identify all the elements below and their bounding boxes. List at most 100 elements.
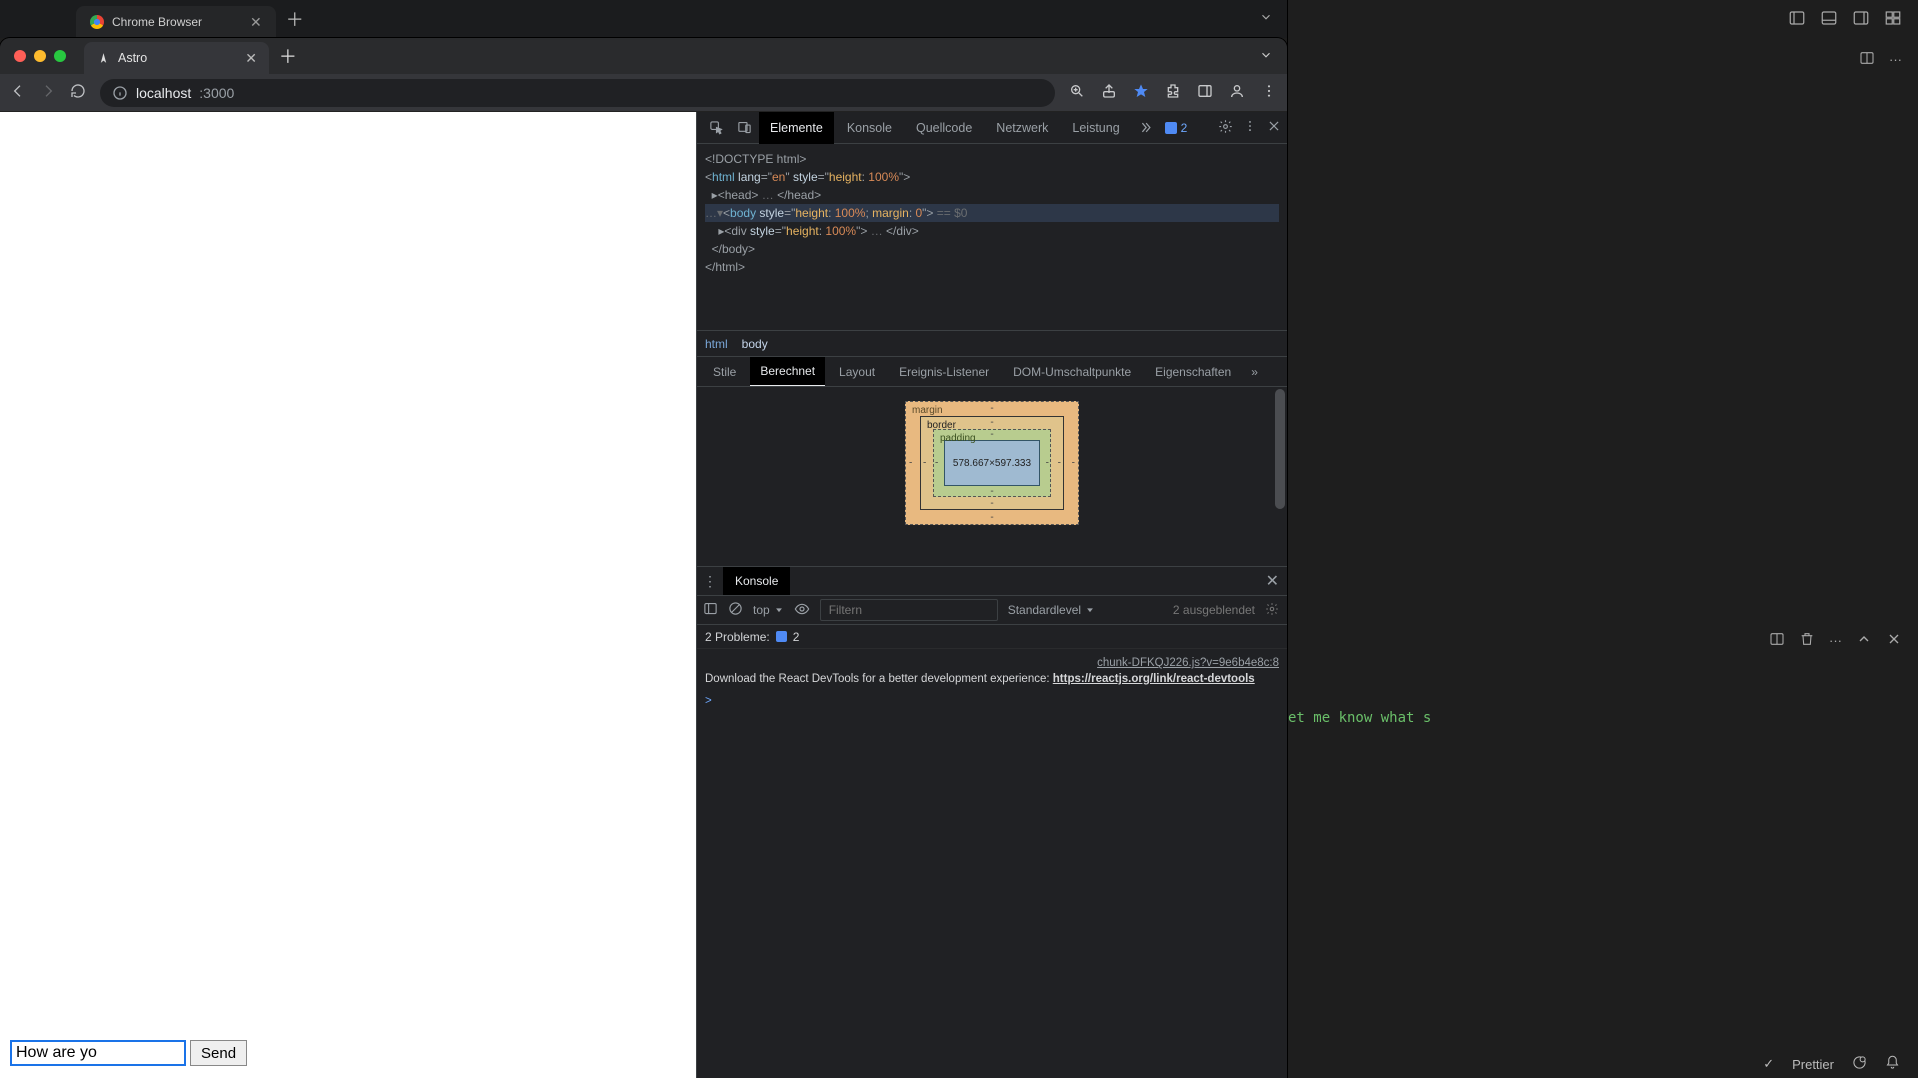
nav-reload-icon[interactable] <box>70 83 86 102</box>
devtools-menu-icon[interactable] <box>1243 119 1257 136</box>
outer-tab-strip: Chrome Browser ✕ ＋ <box>0 0 1287 38</box>
subtab-dom-breakpoints[interactable]: DOM-Umschaltpunkte <box>1003 357 1141 387</box>
dom-line: <!DOCTYPE html> <box>705 152 806 166</box>
outer-tabs-chevron-icon[interactable] <box>1259 10 1273 27</box>
status-bell-icon[interactable] <box>1885 1055 1900 1073</box>
extensions-icon[interactable] <box>1165 83 1181 102</box>
outer-tab-chrome[interactable]: Chrome Browser ✕ <box>76 6 276 38</box>
nav-back-icon[interactable] <box>10 83 26 102</box>
zoom-icon[interactable] <box>1069 83 1085 102</box>
layout-right-sidebar-icon[interactable] <box>1852 9 1870 30</box>
browser-tab-close-icon[interactable]: ✕ <box>245 50 257 67</box>
tabs-overflow-icon[interactable] <box>1133 120 1159 135</box>
console-link[interactable]: https://reactjs.org/link/react-devtools <box>1053 673 1255 685</box>
console-context-select[interactable]: top <box>753 603 784 617</box>
drawer-close-icon[interactable]: ✕ <box>1266 571 1279 591</box>
nav-forward-icon[interactable] <box>40 83 56 102</box>
dom-selected-line[interactable]: …▾<body style="height: 100%; margin: 0">… <box>705 204 1279 222</box>
devtools-settings-icon[interactable] <box>1218 119 1233 137</box>
share-icon[interactable] <box>1101 83 1117 102</box>
inspect-element-icon[interactable] <box>703 120 729 135</box>
window-close-icon[interactable] <box>14 50 26 62</box>
chat-input-field[interactable] <box>10 1040 186 1066</box>
console-settings-icon[interactable] <box>1265 602 1279 619</box>
tab-console[interactable]: Konsole <box>836 112 903 144</box>
side-panel-icon[interactable] <box>1197 83 1213 102</box>
subtab-event-listeners[interactable]: Ereignis-Listener <box>889 357 999 387</box>
tab-performance[interactable]: Leistung <box>1061 112 1130 144</box>
drawer-menu-icon[interactable]: ⋮ <box>703 573 717 590</box>
browser-tab-active[interactable]: Astro ✕ <box>84 42 269 74</box>
browser-menu-icon[interactable] <box>1261 83 1277 102</box>
console-problems-row[interactable]: 2 Probleme: 2 <box>697 625 1287 649</box>
status-feedback-icon[interactable] <box>1852 1055 1867 1073</box>
crumb-body[interactable]: body <box>742 337 768 351</box>
window-maximize-icon[interactable] <box>54 50 66 62</box>
send-button[interactable]: Send <box>190 1040 247 1066</box>
layout-customize-icon[interactable] <box>1884 9 1902 30</box>
console-live-expression-icon[interactable] <box>794 601 810 620</box>
box-model-diagram[interactable]: margin - - - - border - - - - padding <box>905 401 1079 525</box>
terminal-trash-icon[interactable] <box>1799 631 1815 650</box>
problems-badge-icon <box>776 631 787 642</box>
subtab-computed[interactable]: Berechnet <box>750 357 825 387</box>
status-check-icon: ✓ <box>1763 1056 1774 1072</box>
console-message: Download the React DevTools for a better… <box>705 671 1279 687</box>
terminal-close-icon[interactable] <box>1886 631 1902 650</box>
dom-tree[interactable]: <!DOCTYPE html> <html lang="en" style="h… <box>697 144 1287 330</box>
split-editor-icon[interactable] <box>1859 50 1875 69</box>
window-controls <box>0 50 66 62</box>
tab-network[interactable]: Netzwerk <box>985 112 1059 144</box>
browser-window: Astro ✕ ＋ localhost:3000 Sen <box>0 38 1287 1078</box>
terminal-more-icon[interactable]: ··· <box>1829 633 1842 648</box>
console-drawer: ⋮ Konsole ✕ top Standardlevel 2 ausgeble… <box>697 566 1287 1078</box>
console-output[interactable]: chunk-DFKQJ226.js?v=9e6b4e8c:8 Download … <box>697 649 1287 1078</box>
status-prettier[interactable]: Prettier <box>1792 1057 1834 1072</box>
subtab-styles[interactable]: Stile <box>703 357 746 387</box>
subtab-properties[interactable]: Eigenschaften <box>1145 357 1241 387</box>
console-sidebar-toggle-icon[interactable] <box>703 601 718 619</box>
device-toolbar-icon[interactable] <box>731 120 757 135</box>
console-prompt[interactable]: > <box>705 693 1279 709</box>
outer-tab-close-icon[interactable]: ✕ <box>250 14 262 31</box>
toolbar-icons <box>1069 83 1277 102</box>
bm-padding-label: padding <box>940 433 976 444</box>
browser-titlebar: Astro ✕ ＋ <box>0 38 1287 74</box>
window-minimize-icon[interactable] <box>34 50 46 62</box>
browser-tab-title: Astro <box>118 51 147 65</box>
outer-tab-title: Chrome Browser <box>112 15 202 29</box>
dom-breadcrumbs[interactable]: html body <box>697 330 1287 356</box>
browser-new-tab-icon[interactable]: ＋ <box>279 43 297 69</box>
layout-left-sidebar-icon[interactable] <box>1788 9 1806 30</box>
crumb-html[interactable]: html <box>705 337 728 351</box>
computed-panel: margin - - - - border - - - - padding <box>697 386 1287 566</box>
subtab-layout[interactable]: Layout <box>829 357 885 387</box>
site-info-icon[interactable] <box>112 85 128 101</box>
computed-scrollbar-thumb[interactable] <box>1275 389 1285 509</box>
console-filter-input[interactable] <box>820 599 998 621</box>
url-input[interactable]: localhost:3000 <box>100 79 1055 107</box>
editor-more-icon[interactable]: ··· <box>1889 52 1902 67</box>
issues-badge[interactable]: 2 <box>1165 121 1188 135</box>
console-toolbar: top Standardlevel 2 ausgeblendet <box>697 595 1287 625</box>
drawer-tab-console[interactable]: Konsole <box>723 567 790 595</box>
console-hidden-count[interactable]: 2 ausgeblendet <box>1173 603 1255 617</box>
browser-tabs-chevron-icon[interactable] <box>1259 48 1273 65</box>
tab-sources[interactable]: Quellcode <box>905 112 983 144</box>
terminal-panel-icon[interactable] <box>1769 631 1785 650</box>
terminal-chevron-up-icon[interactable] <box>1856 631 1872 650</box>
problems-label: 2 Probleme: <box>705 630 770 644</box>
devtools-panel: Elemente Konsole Quellcode Netzwerk Leis… <box>696 112 1287 1078</box>
tab-elements[interactable]: Elemente <box>759 112 834 144</box>
devtools-close-icon[interactable] <box>1267 119 1281 136</box>
outer-new-tab-icon[interactable]: ＋ <box>286 6 304 32</box>
bookmark-star-icon[interactable] <box>1133 83 1149 102</box>
console-level-select[interactable]: Standardlevel <box>1008 603 1095 617</box>
subtabs-overflow-icon[interactable]: » <box>1251 365 1258 379</box>
layout-bottom-panel-icon[interactable] <box>1820 9 1838 30</box>
styles-tab-strip: Stile Berechnet Layout Ereignis-Listener… <box>697 356 1287 386</box>
console-source-link[interactable]: chunk-DFKQJ226.js?v=9e6b4e8c:8 <box>705 655 1279 671</box>
profile-icon[interactable] <box>1229 83 1245 102</box>
chrome-favicon-icon <box>90 15 104 29</box>
console-clear-icon[interactable] <box>728 601 743 619</box>
